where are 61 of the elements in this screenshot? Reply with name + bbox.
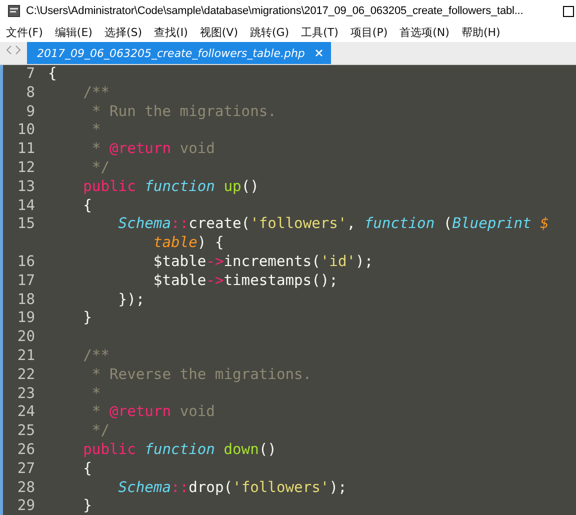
- line-number: 8: [25, 84, 35, 103]
- line-number: 28: [16, 478, 35, 498]
- window-title: C:\Users\Administrator\Code\sample\database\migrations\2017_09_06_063205_create_followers_tabl...: [26, 5, 524, 17]
- code-line: }: [82, 497, 92, 515]
- code-line: $table->increments('id');: [152, 252, 374, 272]
- code-line: /**: [82, 346, 110, 366]
- line-number: 14: [16, 196, 35, 216]
- line-number: 17: [16, 272, 35, 291]
- file-tab[interactable]: 2017_09_06_063205_create_followers_table.php: [27, 42, 331, 64]
- code-line: Schema::drop('followers');: [117, 478, 347, 498]
- menu-item[interactable]: 编辑(E): [54, 24, 92, 40]
- line-number: 13: [16, 178, 35, 197]
- line-number: 9: [25, 102, 35, 122]
- code-line: {: [82, 460, 92, 479]
- line-number: 11: [16, 140, 35, 159]
- code-line: public function up(): [82, 178, 259, 197]
- menu-item[interactable]: 帮助(H): [461, 24, 500, 40]
- line-number: 19: [16, 309, 35, 328]
- code-line: * @return void: [90, 140, 215, 159]
- menu-item[interactable]: 工具(T): [301, 24, 338, 40]
- line-number: 16: [16, 252, 35, 272]
- line-number: 26: [16, 440, 35, 460]
- code-line: * Run the migrations.: [90, 102, 276, 122]
- line-number: 24: [16, 403, 35, 422]
- line-number: 18: [16, 290, 35, 310]
- menu-item[interactable]: 选择(S): [104, 24, 142, 40]
- maximize-icon[interactable]: [563, 6, 574, 16]
- code-line: /**: [82, 84, 110, 103]
- menu-item[interactable]: 文件(F): [6, 24, 43, 40]
- line-number: 7: [25, 65, 35, 84]
- line-number: 20: [16, 328, 35, 347]
- code-line: });: [117, 290, 145, 310]
- line-number: 12: [16, 158, 35, 178]
- code-line: $table->timestamps();: [152, 272, 338, 291]
- menu-item[interactable]: 首选项(N): [400, 24, 450, 40]
- menu-item[interactable]: 项目(P): [350, 24, 388, 40]
- line-number: 21: [16, 346, 35, 366]
- code-line: Schema::create('followers', function (Blueprint $: [117, 215, 549, 234]
- code-line: {: [82, 196, 92, 216]
- close-icon[interactable]: [314, 49, 323, 57]
- code-line: {: [48, 65, 57, 84]
- line-number: 10: [16, 121, 35, 140]
- menu-item[interactable]: 跳转(G): [250, 24, 290, 40]
- line-number: 29: [16, 497, 35, 515]
- menu-item[interactable]: 视图(V): [200, 24, 238, 40]
- code-line: * Reverse the migrations.: [90, 366, 312, 385]
- line-number: 27: [16, 460, 35, 479]
- line-number: 23: [16, 384, 35, 404]
- code-line: */: [90, 422, 110, 441]
- line-number: 22: [16, 366, 35, 385]
- code-line: *: [90, 121, 101, 140]
- menu-item[interactable]: 查找(I): [154, 24, 188, 40]
- app-icon: [8, 5, 20, 17]
- code-line: *: [90, 384, 101, 404]
- line-number: 25: [16, 422, 35, 441]
- code-line: public function down(): [82, 440, 276, 460]
- line-number: 15: [16, 215, 35, 234]
- code-line: }: [82, 309, 92, 328]
- code-line: * @return void: [90, 403, 215, 422]
- code-line: table) {: [152, 234, 224, 253]
- code-line: */: [90, 158, 110, 178]
